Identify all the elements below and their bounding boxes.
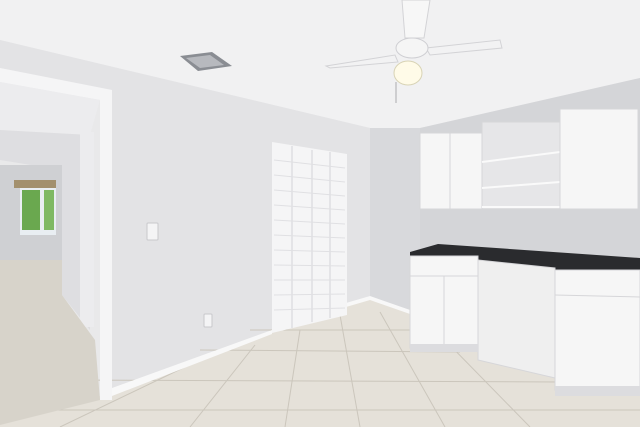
light-switch-icon [146, 222, 159, 241]
outlet-icon [203, 313, 213, 328]
window-foliage-2 [44, 190, 54, 230]
window-valance [14, 180, 56, 188]
window-foliage [22, 190, 40, 230]
room-illustration [0, 0, 640, 427]
hallway-door [80, 132, 94, 327]
room-photo [0, 0, 640, 427]
